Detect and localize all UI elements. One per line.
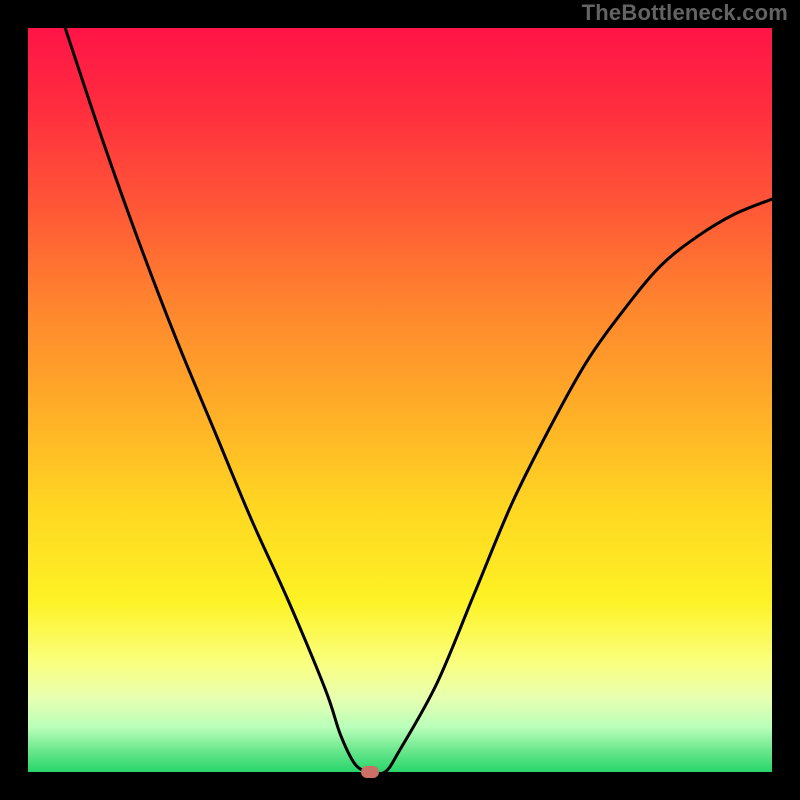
chart-frame: TheBottleneck.com [0,0,800,800]
bottleneck-curve [28,28,772,772]
plot-area [28,28,772,772]
optimum-marker [361,766,379,778]
watermark-text: TheBottleneck.com [582,0,788,26]
